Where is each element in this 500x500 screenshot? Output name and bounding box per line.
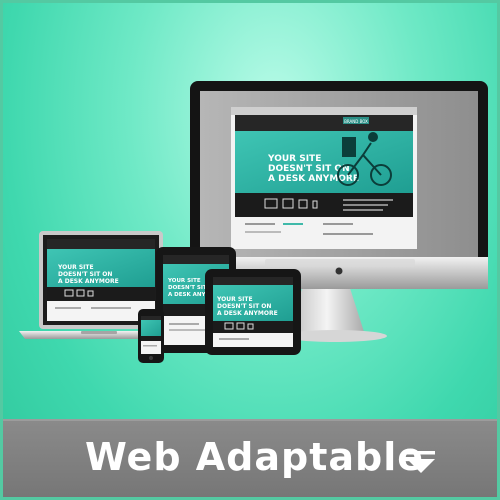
- triangle-down-icon[interactable]: [401, 443, 441, 483]
- svg-text:YOUR SITE: YOUR SITE: [216, 296, 253, 303]
- svg-text:DOESN'T SIT ON: DOESN'T SIT ON: [58, 271, 112, 278]
- tablet-landscape-device: YOUR SITE DOESN'T SIT ON A DESK ANYMORE: [205, 269, 301, 355]
- monitor-brand-box: BRAND BOX: [344, 119, 368, 124]
- footer-bar[interactable]: Web Adaptable: [3, 419, 497, 497]
- responsive-devices-illustration: BRAND BOX YOUR SITE DOESN'T SIT ON A DES…: [19, 81, 488, 363]
- footer-title: Web Adaptable: [85, 435, 425, 479]
- svg-text:YOUR SITE: YOUR SITE: [167, 278, 201, 284]
- svg-text:YOUR SITE: YOUR SITE: [57, 264, 94, 271]
- promo-card: BRAND BOX YOUR SITE DOESN'T SIT ON A DES…: [0, 0, 500, 500]
- monitor-hero-line1: YOUR SITE: [267, 154, 321, 164]
- svg-text:A DESK ANYMORE: A DESK ANYMORE: [217, 310, 278, 317]
- smartphone-device: [138, 309, 164, 363]
- monitor-hero-line3: A DESK ANYMORE: [268, 174, 359, 184]
- svg-text:A DESK ANYMORE: A DESK ANYMORE: [58, 278, 119, 285]
- svg-text:DOESN'T SIT ON: DOESN'T SIT ON: [217, 303, 271, 310]
